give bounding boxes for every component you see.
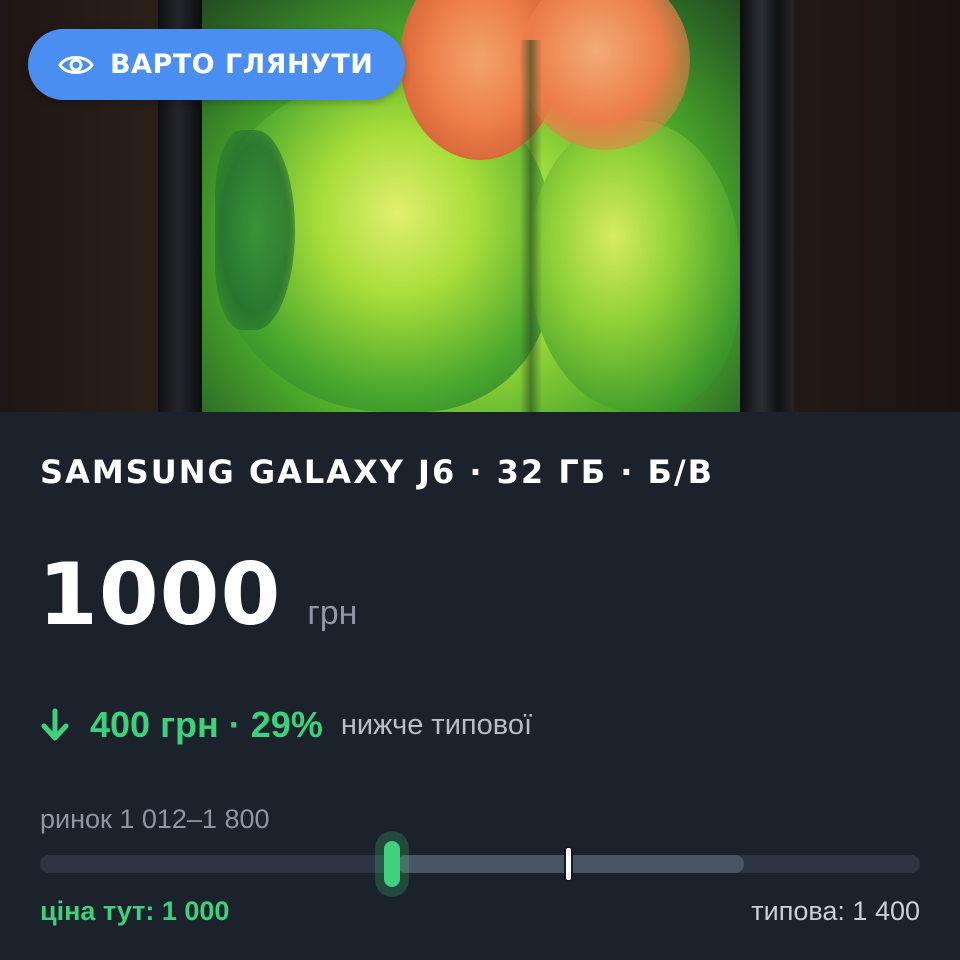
- photo-leaf: [215, 130, 295, 330]
- price-currency: грн: [307, 594, 358, 632]
- price-value: 1000: [38, 545, 282, 645]
- photo-parrot-right: [530, 120, 740, 412]
- discount-amount: 400 грн · 29%: [90, 704, 323, 745]
- listing-title: SAMSUNG GALAXY J6 · 32 ГБ · Б/В: [40, 453, 715, 491]
- photo-crease: [520, 40, 542, 412]
- price-row: 1000 грн: [38, 552, 357, 638]
- typical-price-marker: [564, 846, 573, 882]
- worth-a-look-badge[interactable]: ВАРТО ГЛЯНУТИ: [28, 29, 406, 100]
- current-price-marker: [384, 841, 400, 887]
- discount-note: нижче типової: [340, 708, 533, 741]
- eye-icon: [58, 55, 94, 74]
- price-range-track: [40, 831, 920, 897]
- market-range-label: ринок 1 012–1 800: [40, 804, 270, 834]
- arrow-down-icon: [41, 708, 69, 741]
- typical-price-label: типова: 1 400: [751, 896, 920, 926]
- current-price-label: ціна тут: 1 000: [40, 896, 230, 926]
- photo-phone-frame-right: [740, 0, 794, 412]
- discount-row: 400 грн · 29% нижче типової: [40, 704, 532, 746]
- badge-label: ВАРТО ГЛЯНУТИ: [110, 49, 374, 80]
